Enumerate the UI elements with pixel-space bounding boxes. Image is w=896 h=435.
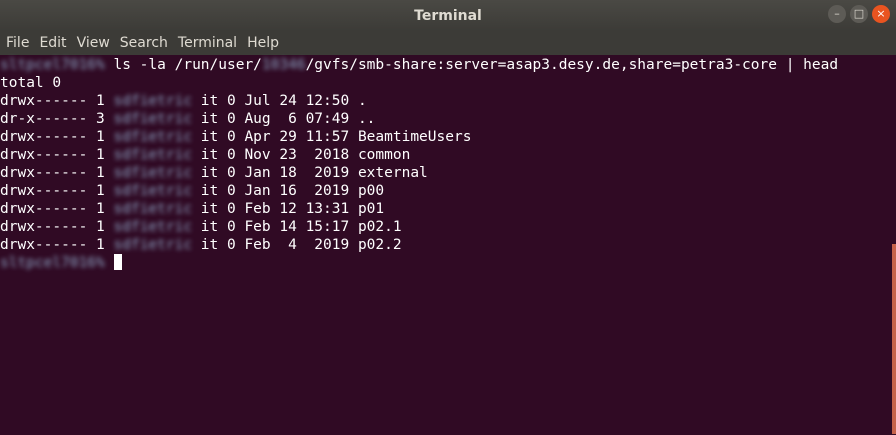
window-title: Terminal — [414, 7, 482, 24]
row-owner: sdfietric — [113, 93, 193, 109]
listing-row: drwx------ 1 sdfietric it 0 Jul 24 12:50… — [0, 92, 888, 110]
row-perm: drwx------ 1 — [0, 129, 114, 145]
close-button[interactable]: × — [872, 5, 890, 23]
listing-row: drwx------ 1 sdfietric it 0 Jan 16 2019 … — [0, 182, 888, 200]
row-rest: it 0 Jul 24 12:50 . — [192, 93, 367, 109]
listing-row: drwx------ 1 sdfietric it 0 Jan 18 2019 … — [0, 164, 888, 182]
row-perm: drwx------ 1 — [0, 219, 114, 235]
window-controls: – □ × — [828, 5, 890, 23]
menu-terminal[interactable]: Terminal — [172, 35, 241, 51]
terminal-output[interactable]: sltpcel7016% ls -la /run/user/10346/gvfs… — [0, 55, 888, 435]
menu-file[interactable]: File — [0, 35, 33, 51]
row-perm: drwx------ 1 — [0, 93, 114, 109]
row-owner: sdfietric — [113, 165, 193, 181]
row-owner: sdfietric — [113, 129, 193, 145]
row-owner: sdfietric — [113, 237, 193, 253]
row-perm: drwx------ 1 — [0, 237, 114, 253]
row-perm: drwx------ 1 — [0, 183, 114, 199]
row-rest: it 0 Nov 23 2018 common — [192, 147, 411, 163]
row-owner: sdfietric — [113, 183, 193, 199]
total-line: total 0 — [0, 75, 62, 91]
prompt-host: sltpcel7016% — [0, 255, 105, 271]
row-rest: it 0 Jan 16 2019 p00 — [192, 183, 385, 199]
text-cursor — [113, 254, 122, 270]
row-rest: it 0 Feb 4 2019 p02.2 — [192, 237, 402, 253]
maximize-button[interactable]: □ — [850, 5, 868, 23]
row-rest: it 0 Apr 29 11:57 BeamtimeUsers — [192, 129, 472, 145]
row-rest: it 0 Feb 12 13:31 p01 — [192, 201, 385, 217]
row-rest: it 0 Jan 18 2019 external — [192, 165, 428, 181]
listing-row: drwx------ 1 sdfietric it 0 Feb 14 15:17… — [0, 218, 888, 236]
command-text-2: /gvfs/smb-share:server=asap3.desy.de,sha… — [305, 57, 839, 73]
prompt-host: sltpcel7016% — [0, 57, 105, 73]
menu-help[interactable]: Help — [241, 35, 283, 51]
row-perm: dr-x------ 3 — [0, 111, 114, 127]
row-owner: sdfietric — [113, 201, 193, 217]
minimize-button[interactable]: – — [828, 5, 846, 23]
menu-bar: File Edit View Search Terminal Help — [0, 31, 896, 55]
row-perm: drwx------ 1 — [0, 147, 114, 163]
listing-row: dr-x------ 3 sdfietric it 0 Aug 6 07:49 … — [0, 110, 888, 128]
user-id: 10346 — [261, 57, 306, 73]
menu-edit[interactable]: Edit — [33, 35, 70, 51]
menu-search[interactable]: Search — [114, 35, 172, 51]
listing-row: drwx------ 1 sdfietric it 0 Apr 29 11:57… — [0, 128, 888, 146]
row-perm: drwx------ 1 — [0, 201, 114, 217]
row-owner: sdfietric — [113, 111, 193, 127]
row-rest: it 0 Feb 14 15:17 p02.1 — [192, 219, 402, 235]
listing-row: drwx------ 1 sdfietric it 0 Feb 4 2019 p… — [0, 236, 888, 254]
command-text-1: ls -la /run/user/ — [104, 57, 262, 73]
row-rest: it 0 Aug 6 07:49 .. — [192, 111, 376, 127]
row-owner: sdfietric — [113, 147, 193, 163]
listing-row: drwx------ 1 sdfietric it 0 Nov 23 2018 … — [0, 146, 888, 164]
row-owner: sdfietric — [113, 219, 193, 235]
menu-view[interactable]: View — [71, 35, 114, 51]
command-line: sltpcel7016% ls -la /run/user/10346/gvfs… — [0, 56, 888, 74]
title-bar[interactable]: Terminal – □ × — [0, 0, 896, 31]
listing-row: drwx------ 1 sdfietric it 0 Feb 12 13:31… — [0, 200, 888, 218]
scrollbar-thumb[interactable] — [892, 244, 896, 434]
row-perm: drwx------ 1 — [0, 165, 114, 181]
current-prompt-line: sltpcel7016% — [0, 254, 888, 272]
